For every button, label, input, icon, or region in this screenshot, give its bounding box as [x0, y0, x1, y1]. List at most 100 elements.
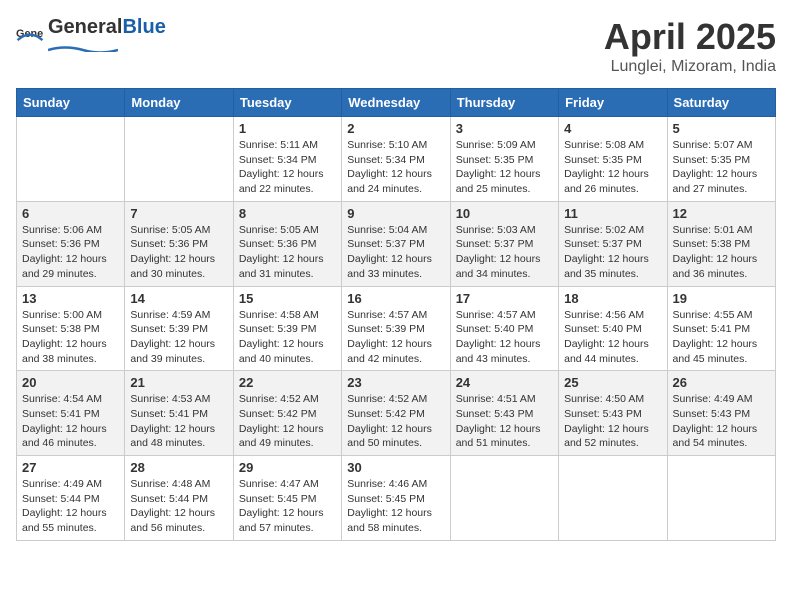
day-number: 7: [130, 206, 227, 221]
day-info: Sunrise: 5:02 AMSunset: 5:37 PMDaylight:…: [564, 223, 661, 282]
day-number: 23: [347, 375, 444, 390]
day-number: 26: [673, 375, 770, 390]
day-info: Sunrise: 4:49 AMSunset: 5:44 PMDaylight:…: [22, 477, 119, 536]
day-info: Sunrise: 4:47 AMSunset: 5:45 PMDaylight:…: [239, 477, 336, 536]
logo: General General Blue: [16, 16, 166, 57]
day-info: Sunrise: 5:05 AMSunset: 5:36 PMDaylight:…: [239, 223, 336, 282]
calendar-cell: 26 Sunrise: 4:49 AMSunset: 5:43 PMDayligh…: [667, 371, 775, 456]
calendar-cell: [559, 456, 667, 541]
calendar-table: SundayMondayTuesdayWednesdayThursdayFrid…: [16, 88, 776, 541]
day-number: 5: [673, 121, 770, 136]
calendar-cell: 7 Sunrise: 5:05 AMSunset: 5:36 PMDaylight…: [125, 201, 233, 286]
calendar-cell: 23 Sunrise: 4:52 AMSunset: 5:42 PMDayligh…: [342, 371, 450, 456]
calendar-cell: 12 Sunrise: 5:01 AMSunset: 5:38 PMDayligh…: [667, 201, 775, 286]
day-info: Sunrise: 4:52 AMSunset: 5:42 PMDaylight:…: [239, 392, 336, 451]
day-number: 1: [239, 121, 336, 136]
logo-blue-text: Blue: [122, 16, 165, 39]
calendar-cell: 22Sunrise: 4:52 AMSunset: 5:42 PMDayligh…: [233, 371, 341, 456]
day-number: 4: [564, 121, 661, 136]
calendar-day-header: Saturday: [667, 89, 775, 117]
day-info: Sunrise: 4:51 AMSunset: 5:43 PMDaylight:…: [456, 392, 553, 451]
day-number: 6: [22, 206, 119, 221]
calendar-week-row: 20 Sunrise: 4:54 AMSunset: 5:41 PMDayligh…: [17, 371, 776, 456]
location-title: Lunglei, Mizoram, India: [604, 58, 776, 76]
title-area: April 2025 Lunglei, Mizoram, India: [604, 16, 776, 76]
day-info: Sunrise: 5:01 AMSunset: 5:38 PMDaylight:…: [673, 223, 770, 282]
day-info: Sunrise: 4:52 AMSunset: 5:42 PMDaylight:…: [347, 392, 444, 451]
calendar-cell: 27 Sunrise: 4:49 AMSunset: 5:44 PMDayligh…: [17, 456, 125, 541]
logo-icon: General: [16, 23, 44, 51]
calendar-cell: 9 Sunrise: 5:04 AMSunset: 5:37 PMDaylight…: [342, 201, 450, 286]
day-number: 20: [22, 375, 119, 390]
day-info: Sunrise: 5:11 AMSunset: 5:34 PMDaylight:…: [239, 138, 336, 197]
day-info: Sunrise: 5:05 AMSunset: 5:36 PMDaylight:…: [130, 223, 227, 282]
calendar-cell: 19Sunrise: 4:55 AMSunset: 5:41 PMDayligh…: [667, 286, 775, 371]
calendar-day-header: Monday: [125, 89, 233, 117]
day-info: Sunrise: 4:48 AMSunset: 5:44 PMDaylight:…: [130, 477, 227, 536]
day-number: 16: [347, 291, 444, 306]
calendar-cell: 13Sunrise: 5:00 AMSunset: 5:38 PMDayligh…: [17, 286, 125, 371]
calendar-day-header: Friday: [559, 89, 667, 117]
day-info: Sunrise: 4:46 AMSunset: 5:45 PMDaylight:…: [347, 477, 444, 536]
calendar-cell: 4 Sunrise: 5:08 AMSunset: 5:35 PMDaylight…: [559, 117, 667, 202]
calendar-day-header: Thursday: [450, 89, 558, 117]
calendar-week-row: 13Sunrise: 5:00 AMSunset: 5:38 PMDayligh…: [17, 286, 776, 371]
day-info: Sunrise: 4:54 AMSunset: 5:41 PMDaylight:…: [22, 392, 119, 451]
day-number: 29: [239, 460, 336, 475]
logo-wave: [48, 44, 118, 52]
day-number: 8: [239, 206, 336, 221]
day-number: 2: [347, 121, 444, 136]
calendar-cell: 18Sunrise: 4:56 AMSunset: 5:40 PMDayligh…: [559, 286, 667, 371]
calendar-cell: 8 Sunrise: 5:05 AMSunset: 5:36 PMDaylight…: [233, 201, 341, 286]
logo-general-text: General: [48, 16, 122, 39]
day-number: 27: [22, 460, 119, 475]
day-number: 9: [347, 206, 444, 221]
day-info: Sunrise: 5:06 AMSunset: 5:36 PMDaylight:…: [22, 223, 119, 282]
calendar-cell: 25 Sunrise: 4:50 AMSunset: 5:43 PMDayligh…: [559, 371, 667, 456]
calendar-cell: 3Sunrise: 5:09 AMSunset: 5:35 PMDaylight…: [450, 117, 558, 202]
day-info: Sunrise: 5:08 AMSunset: 5:35 PMDaylight:…: [564, 138, 661, 197]
day-info: Sunrise: 4:58 AMSunset: 5:39 PMDaylight:…: [239, 308, 336, 367]
day-info: Sunrise: 4:57 AMSunset: 5:40 PMDaylight:…: [456, 308, 553, 367]
day-number: 24: [456, 375, 553, 390]
calendar-cell: 6 Sunrise: 5:06 AMSunset: 5:36 PMDaylight…: [17, 201, 125, 286]
calendar-cell: [667, 456, 775, 541]
day-number: 21: [130, 375, 227, 390]
calendar-cell: 14Sunrise: 4:59 AMSunset: 5:39 PMDayligh…: [125, 286, 233, 371]
day-info: Sunrise: 5:09 AMSunset: 5:35 PMDaylight:…: [456, 138, 553, 197]
calendar-cell: [450, 456, 558, 541]
calendar-cell: 21Sunrise: 4:53 AMSunset: 5:41 PMDayligh…: [125, 371, 233, 456]
calendar-cell: [125, 117, 233, 202]
day-number: 12: [673, 206, 770, 221]
day-info: Sunrise: 5:07 AMSunset: 5:35 PMDaylight:…: [673, 138, 770, 197]
day-info: Sunrise: 5:04 AMSunset: 5:37 PMDaylight:…: [347, 223, 444, 282]
day-number: 15: [239, 291, 336, 306]
day-info: Sunrise: 5:03 AMSunset: 5:37 PMDaylight:…: [456, 223, 553, 282]
calendar-day-header: Sunday: [17, 89, 125, 117]
page-header: General General Blue April 2025 Lunglei,…: [16, 16, 776, 76]
day-number: 25: [564, 375, 661, 390]
day-info: Sunrise: 4:59 AMSunset: 5:39 PMDaylight:…: [130, 308, 227, 367]
calendar-cell: 24 Sunrise: 4:51 AMSunset: 5:43 PMDayligh…: [450, 371, 558, 456]
calendar-cell: 1 Sunrise: 5:11 AMSunset: 5:34 PMDaylight…: [233, 117, 341, 202]
calendar-cell: 11 Sunrise: 5:02 AMSunset: 5:37 PMDayligh…: [559, 201, 667, 286]
day-number: 11: [564, 206, 661, 221]
calendar-cell: 20 Sunrise: 4:54 AMSunset: 5:41 PMDayligh…: [17, 371, 125, 456]
day-info: Sunrise: 4:55 AMSunset: 5:41 PMDaylight:…: [673, 308, 770, 367]
calendar-week-row: 1 Sunrise: 5:11 AMSunset: 5:34 PMDaylight…: [17, 117, 776, 202]
day-number: 30: [347, 460, 444, 475]
day-info: Sunrise: 5:00 AMSunset: 5:38 PMDaylight:…: [22, 308, 119, 367]
calendar-week-row: 6 Sunrise: 5:06 AMSunset: 5:36 PMDaylight…: [17, 201, 776, 286]
calendar-cell: 5 Sunrise: 5:07 AMSunset: 5:35 PMDaylight…: [667, 117, 775, 202]
day-number: 17: [456, 291, 553, 306]
day-info: Sunrise: 4:50 AMSunset: 5:43 PMDaylight:…: [564, 392, 661, 451]
day-info: Sunrise: 5:10 AMSunset: 5:34 PMDaylight:…: [347, 138, 444, 197]
calendar-cell: 17 Sunrise: 4:57 AMSunset: 5:40 PMDayligh…: [450, 286, 558, 371]
day-info: Sunrise: 4:49 AMSunset: 5:43 PMDaylight:…: [673, 392, 770, 451]
day-info: Sunrise: 4:56 AMSunset: 5:40 PMDaylight:…: [564, 308, 661, 367]
calendar-day-header: Wednesday: [342, 89, 450, 117]
calendar-cell: [17, 117, 125, 202]
day-number: 10: [456, 206, 553, 221]
calendar-header-row: SundayMondayTuesdayWednesdayThursdayFrid…: [17, 89, 776, 117]
calendar-cell: 10 Sunrise: 5:03 AMSunset: 5:37 PMDayligh…: [450, 201, 558, 286]
